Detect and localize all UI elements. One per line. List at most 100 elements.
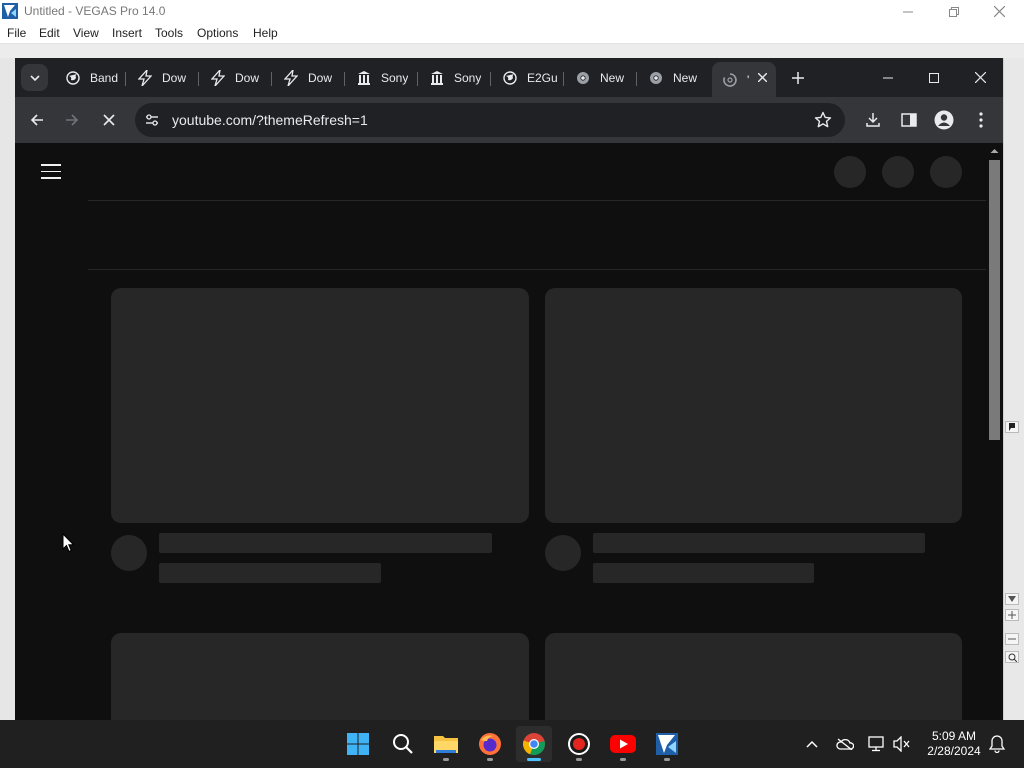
firefox-button[interactable] xyxy=(472,726,508,762)
firefox-icon xyxy=(479,733,501,755)
profile-avatar-icon xyxy=(934,110,954,130)
arrow-left-icon xyxy=(30,114,43,126)
system-clock[interactable]: 5:09 AM 2/28/2024 xyxy=(916,729,992,759)
profile-button[interactable] xyxy=(931,107,957,133)
address-bar[interactable]: youtube.com/?themeRefresh=1 xyxy=(135,103,845,137)
start-icon xyxy=(347,733,369,755)
arrow-right-icon xyxy=(66,114,79,126)
record-icon xyxy=(568,733,590,755)
page-scrollbar[interactable] xyxy=(986,143,1003,720)
tab-download-3[interactable]: Dow xyxy=(273,64,343,91)
onedrive-icon[interactable] xyxy=(835,734,855,754)
stop-loading-button[interactable] xyxy=(96,107,122,133)
tab-new-1[interactable]: New xyxy=(565,64,635,91)
menu-options[interactable]: Options xyxy=(197,26,238,40)
back-button[interactable] xyxy=(24,107,50,133)
clock-date: 2/28/2024 xyxy=(927,744,981,758)
tab-sony-1[interactable]: Sony xyxy=(346,64,416,91)
magnifier-icon[interactable] xyxy=(1005,651,1019,663)
vegas-left-panel: R: xyxy=(0,58,15,737)
title-placeholder xyxy=(593,533,925,553)
taskbar-search-button[interactable] xyxy=(385,726,421,762)
tab-download-1[interactable]: Dow xyxy=(127,64,197,91)
title-placeholder xyxy=(159,533,492,553)
vegas-restore-button[interactable] xyxy=(931,0,977,23)
chrome-menu-button[interactable] xyxy=(968,107,994,133)
menu-insert[interactable]: Insert xyxy=(112,26,142,40)
side-panel-button[interactable] xyxy=(896,107,922,133)
tab-title: Sony xyxy=(381,70,409,85)
meta-placeholder xyxy=(593,563,814,583)
zoom-out-icon[interactable] xyxy=(1005,633,1019,645)
divider xyxy=(88,200,986,201)
tab-sony-2[interactable]: Sony xyxy=(419,64,489,91)
menu-help[interactable]: Help xyxy=(253,26,278,40)
menu-tools[interactable]: Tools xyxy=(155,26,183,40)
youtube-app-button[interactable] xyxy=(605,726,641,762)
tab-new-2[interactable]: New xyxy=(638,64,708,91)
chevron-up-icon[interactable] xyxy=(802,734,822,754)
scroll-up-icon[interactable] xyxy=(986,145,1003,157)
tab-title: New xyxy=(600,70,625,85)
channel-avatar-placeholder xyxy=(545,535,581,571)
downloads-button[interactable] xyxy=(860,107,886,133)
network-icon[interactable] xyxy=(867,734,887,754)
bookmark-star-icon[interactable] xyxy=(814,111,832,129)
menu-file[interactable]: File xyxy=(7,26,26,40)
notification-bell-icon[interactable] xyxy=(987,734,1007,754)
header-placeholder-2 xyxy=(882,156,914,188)
tab-title: Band xyxy=(90,70,119,85)
tab-title: Dow xyxy=(162,70,187,85)
tab-close-icon[interactable] xyxy=(754,69,770,85)
chrome-maximize-button[interactable] xyxy=(911,58,957,97)
tab-e2gu[interactable]: E2Gu xyxy=(492,64,562,91)
video-thumbnail-placeholder xyxy=(111,633,529,720)
browser-toolbar: youtube.com/?themeRefresh=1 xyxy=(15,97,1003,143)
volume-muted-icon[interactable] xyxy=(892,734,912,754)
vegas-close-button[interactable] xyxy=(976,0,1022,23)
tab-title: New xyxy=(673,70,698,85)
vegas-taskbar-button[interactable] xyxy=(649,726,685,762)
chrome-taskbar-button[interactable] xyxy=(516,726,552,762)
zoom-in-icon[interactable] xyxy=(1005,609,1019,621)
chrome-icon xyxy=(648,70,664,86)
meta-placeholder xyxy=(159,563,381,583)
bolt-icon xyxy=(137,69,153,86)
vegas-icon xyxy=(656,733,678,755)
building-icon xyxy=(356,70,372,86)
new-tab-button[interactable] xyxy=(787,67,809,89)
recorder-button[interactable] xyxy=(561,726,597,762)
bolt-icon xyxy=(283,69,299,86)
download-icon xyxy=(866,113,880,127)
marker-icon[interactable] xyxy=(1005,421,1019,433)
hamburger-menu-icon[interactable] xyxy=(41,164,61,184)
side-panel-icon xyxy=(901,113,917,127)
scroll-down-icon[interactable] xyxy=(1005,593,1019,605)
start-button[interactable] xyxy=(340,726,376,762)
search-icon xyxy=(393,734,413,754)
header-placeholder-3 xyxy=(930,156,962,188)
menu-view[interactable]: View xyxy=(73,26,99,40)
video-thumbnail-placeholder xyxy=(111,288,529,523)
video-thumbnail-placeholder xyxy=(545,633,962,720)
plus-icon xyxy=(792,72,804,84)
forward-button[interactable] xyxy=(59,107,85,133)
vegas-window-title: Untitled - VEGAS Pro 14.0 xyxy=(24,4,166,18)
tab-download-2[interactable]: Dow xyxy=(200,64,270,91)
url-text[interactable]: youtube.com/?themeRefresh=1 xyxy=(172,112,368,128)
clock-time: 5:09 AM xyxy=(931,729,977,743)
vegas-minimize-button[interactable] xyxy=(885,0,931,23)
tab-band[interactable]: Band xyxy=(55,64,121,91)
site-info-icon[interactable] xyxy=(144,112,160,128)
tab-search-button[interactable] xyxy=(21,64,48,91)
menu-edit[interactable]: Edit xyxy=(39,26,60,40)
building-icon xyxy=(429,70,445,86)
chrome-icon xyxy=(575,70,591,86)
scrollbar-thumb[interactable] xyxy=(989,160,1000,440)
file-explorer-button[interactable] xyxy=(428,726,464,762)
globe-icon xyxy=(502,70,518,86)
tab-title: Dow xyxy=(308,70,333,85)
chrome-close-button[interactable] xyxy=(957,58,1003,97)
channel-avatar-placeholder xyxy=(111,535,147,571)
chrome-minimize-button[interactable] xyxy=(865,58,911,97)
